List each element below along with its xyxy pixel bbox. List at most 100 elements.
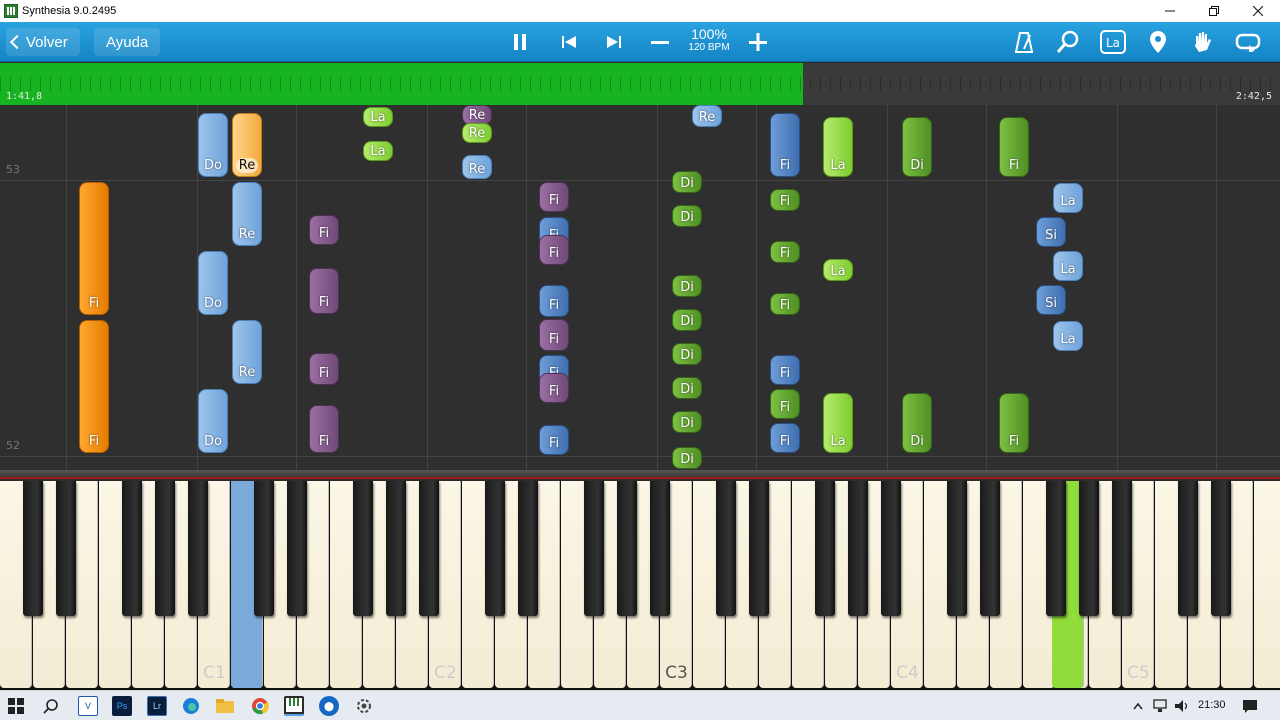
zoom-button[interactable] <box>1053 28 1083 56</box>
black-key[interactable] <box>1178 481 1198 616</box>
note-name-label: Di <box>680 210 694 225</box>
note-name-label: Fi <box>88 296 100 311</box>
black-key[interactable] <box>23 481 43 616</box>
black-key[interactable] <box>485 481 505 616</box>
pause-button[interactable] <box>505 28 535 56</box>
note-name-label: Fi <box>779 246 791 261</box>
black-key[interactable] <box>584 481 604 616</box>
hand-mode-button[interactable] <box>1188 28 1218 56</box>
volume-tray-button[interactable] <box>1172 696 1192 716</box>
falling-notes-area: 53 52 Do Re Re Do Re Do Fi Fi Fi Fi Fi Fi La La Re Re Re… <box>0 105 1280 472</box>
falling-note: Di <box>672 205 702 227</box>
windows-taskbar: V Ps Lr ⬤ 21:30 <box>0 690 1280 720</box>
falling-note: Di <box>902 393 932 453</box>
piano-keyboard[interactable]: C1 C2 C3 C4 C5 <box>0 481 1280 690</box>
bookmark-button[interactable] <box>1143 28 1173 56</box>
black-key[interactable] <box>617 481 637 616</box>
note-name-label: Di <box>910 158 924 173</box>
black-key[interactable] <box>518 481 538 616</box>
black-key[interactable] <box>122 481 142 616</box>
song-progress-bar[interactable]: 1:41,8 2:42,5 <box>0 63 1280 105</box>
metronome-button[interactable] <box>1009 28 1039 56</box>
help-button[interactable]: Ayuda <box>94 28 161 56</box>
note-name-label: Di <box>680 314 694 329</box>
black-key[interactable] <box>848 481 868 616</box>
black-key[interactable] <box>254 481 274 616</box>
settings-gear-icon <box>357 699 371 713</box>
note-name-label: Fi <box>548 332 560 347</box>
note-name-label: La <box>1060 332 1076 347</box>
slower-button[interactable] <box>645 28 675 56</box>
black-key[interactable] <box>1079 481 1099 616</box>
taskbar-clock[interactable]: 21:30 <box>1198 699 1226 711</box>
white-key[interactable] <box>1254 481 1280 688</box>
note-labels-button[interactable]: La <box>1098 28 1128 56</box>
falling-note: Re <box>692 105 722 127</box>
start-button[interactable] <box>6 696 26 716</box>
note-name-label: Do <box>204 434 222 449</box>
black-key[interactable] <box>947 481 967 616</box>
black-key[interactable] <box>749 481 769 616</box>
faster-button[interactable] <box>743 28 773 56</box>
black-key[interactable] <box>650 481 670 616</box>
back-button[interactable]: Volver <box>6 28 80 56</box>
falling-note: Fi <box>309 215 339 245</box>
taskbar-app-chrome[interactable] <box>250 696 270 716</box>
title-bar: Synthesia 9.0.2495 <box>0 0 1280 22</box>
synthesia-window: Synthesia 9.0.2495 Volver Ayuda 100% 120… <box>0 0 1280 720</box>
search-button[interactable] <box>41 696 61 716</box>
falling-note: Fi <box>309 353 339 385</box>
taskbar-app-gear[interactable] <box>354 696 374 716</box>
black-key[interactable] <box>716 481 736 616</box>
notifications-button[interactable] <box>1240 696 1260 716</box>
forward-button[interactable] <box>599 28 629 56</box>
chevron-up-icon <box>1133 702 1143 710</box>
black-key[interactable] <box>419 481 439 616</box>
close-button[interactable] <box>1236 0 1280 22</box>
black-key[interactable] <box>353 481 373 616</box>
falling-note: Do <box>198 389 228 453</box>
black-key[interactable] <box>386 481 406 616</box>
show-hidden-icons-button[interactable] <box>1128 696 1148 716</box>
black-key[interactable] <box>188 481 208 616</box>
black-key[interactable] <box>881 481 901 616</box>
black-key[interactable] <box>1211 481 1231 616</box>
falling-note: La <box>1053 183 1083 213</box>
falling-note: La <box>823 117 853 177</box>
minus-icon <box>651 41 669 44</box>
taskbar-app-blue[interactable]: ⬤ <box>319 696 339 716</box>
black-key[interactable] <box>1112 481 1132 616</box>
note-name-label: Di <box>680 452 694 467</box>
black-key[interactable] <box>1046 481 1066 616</box>
rewind-button[interactable] <box>554 28 584 56</box>
taskbar-app-photoshop[interactable]: Ps <box>112 696 132 716</box>
black-key[interactable] <box>56 481 76 616</box>
roll-gridline <box>1117 105 1118 472</box>
note-name-label: Di <box>680 176 694 191</box>
note-name-label: Fi <box>548 193 560 208</box>
blue-app-icon: ⬤ <box>323 700 335 711</box>
taskbar-app-lightroom[interactable]: Lr <box>147 696 167 716</box>
falling-note: Fi <box>539 235 569 265</box>
roll-gridline <box>66 105 67 472</box>
keyboard-top-rail <box>0 470 1280 479</box>
black-key[interactable] <box>155 481 175 616</box>
black-key[interactable] <box>287 481 307 616</box>
taskbar-app-edge[interactable] <box>181 696 201 716</box>
roll-gridline <box>526 105 527 472</box>
close-icon <box>1253 6 1263 16</box>
taskbar-app-explorer[interactable] <box>215 696 235 716</box>
speaker-icon <box>1175 700 1188 712</box>
falling-note: Fi <box>770 423 800 453</box>
network-tray-button[interactable] <box>1150 696 1170 716</box>
black-key[interactable] <box>815 481 835 616</box>
total-time: 2:42,5 <box>1235 91 1272 102</box>
restore-button[interactable] <box>1192 0 1236 22</box>
black-key[interactable] <box>980 481 1000 616</box>
falling-note: La <box>363 107 393 127</box>
taskbar-app-synthesia[interactable] <box>284 696 304 716</box>
loop-button[interactable] <box>1233 28 1263 56</box>
minimize-button[interactable] <box>1148 0 1192 22</box>
falling-note: Re <box>232 320 262 384</box>
taskbar-app-v[interactable]: V <box>78 696 98 716</box>
